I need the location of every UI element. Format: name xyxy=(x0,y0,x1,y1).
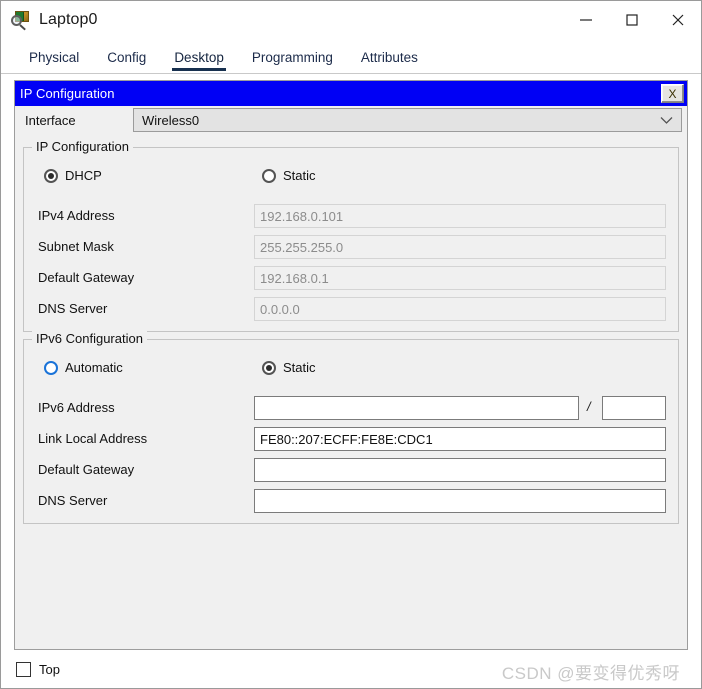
ipv6-link-local-address-label: Link Local Address xyxy=(38,431,148,446)
ipv6-default-gateway-input[interactable] xyxy=(254,458,666,482)
checkbox-unchecked-icon xyxy=(16,662,31,677)
radio-unselected-icon xyxy=(262,168,276,183)
dialog-title-bar: IP Configuration X xyxy=(15,81,687,106)
ipv6-default-gateway-label: Default Gateway xyxy=(38,462,135,477)
ipv4-subnet-mask-label: Subnet Mask xyxy=(38,239,114,254)
maximize-icon xyxy=(626,14,638,26)
interface-row: Interface Wireless0 xyxy=(15,106,687,137)
tab-programming[interactable]: Programming xyxy=(238,50,347,73)
tab-physical[interactable]: Physical xyxy=(15,50,93,73)
ipv4-dhcp-radio[interactable]: DHCP xyxy=(44,168,102,188)
ipv6-static-label: Static xyxy=(283,360,316,375)
ipv4-default-gateway-input[interactable] xyxy=(254,266,666,290)
ipv4-subnet-mask-row: Subnet Mask xyxy=(24,235,678,259)
maximize-button[interactable] xyxy=(609,1,655,39)
packet-tracer-laptop-icon xyxy=(11,10,31,31)
chevron-down-icon xyxy=(660,113,673,128)
window-controls xyxy=(563,1,701,39)
footer-bar: Top CSDN @要变得优秀呀 xyxy=(14,651,688,688)
ipv4-address-input[interactable] xyxy=(254,204,666,228)
ipv4-address-row: IPv4 Address xyxy=(24,204,678,228)
top-checkbox-label: Top xyxy=(39,662,60,677)
watermark-text: CSDN @要变得优秀呀 xyxy=(501,664,680,683)
dialog-close-button[interactable]: X xyxy=(661,84,684,103)
ipv6-address-input[interactable] xyxy=(254,396,579,420)
minimize-button[interactable] xyxy=(563,1,609,39)
title-bar: Laptop0 xyxy=(1,1,701,39)
ipv4-dns-server-row: DNS Server xyxy=(24,297,678,321)
interface-label: Interface xyxy=(25,113,76,128)
ipv6-dns-server-label: DNS Server xyxy=(38,493,108,508)
ipv4-address-label: IPv4 Address xyxy=(38,208,115,223)
ipv6-dns-server-row: DNS Server xyxy=(24,489,678,513)
ipv6-prefix-length-input[interactable] xyxy=(602,396,666,420)
ip-configuration-panel: IP Configuration X Interface Wireless0 I… xyxy=(14,80,688,650)
ipv6-automatic-radio[interactable]: Automatic xyxy=(44,360,123,380)
ipv6-static-radio[interactable]: Static xyxy=(262,360,316,380)
ipv4-dhcp-label: DHCP xyxy=(65,168,102,183)
radio-unselected-icon xyxy=(44,360,58,375)
device-window: Laptop0 Physical Config Desktop Programm… xyxy=(0,0,702,689)
radio-selected-icon xyxy=(262,360,276,375)
close-icon xyxy=(672,14,684,26)
ipv6-group-title: IPv6 Configuration xyxy=(32,331,147,346)
ipv6-configuration-group: IPv6 Configuration Automatic Static IPv6… xyxy=(23,331,679,524)
ipv6-link-local-address-row: Link Local Address xyxy=(24,427,678,451)
close-button[interactable] xyxy=(655,1,701,39)
top-checkbox[interactable]: Top xyxy=(16,662,60,677)
tab-desktop[interactable]: Desktop xyxy=(160,50,238,73)
ipv6-address-row: IPv6 Address / xyxy=(24,396,678,420)
ipv4-group-title: IP Configuration xyxy=(32,139,133,154)
minimize-icon xyxy=(580,19,592,21)
ipv4-static-label: Static xyxy=(283,168,316,183)
dialog-title: IP Configuration xyxy=(20,86,115,101)
ipv6-prefix-separator: / xyxy=(587,399,591,414)
tab-bar: Physical Config Desktop Programming Attr… xyxy=(1,39,701,74)
ipv6-link-local-address-input[interactable] xyxy=(254,427,666,451)
interface-select[interactable]: Wireless0 xyxy=(133,108,682,132)
ipv4-static-radio[interactable]: Static xyxy=(262,168,316,188)
ipv4-dns-server-label: DNS Server xyxy=(38,301,108,316)
tab-config[interactable]: Config xyxy=(93,50,160,73)
radio-selected-icon xyxy=(44,168,58,183)
ipv4-dns-server-input[interactable] xyxy=(254,297,666,321)
ipv6-address-label: IPv6 Address xyxy=(38,400,115,415)
window-title: Laptop0 xyxy=(39,11,98,28)
ipv6-automatic-label: Automatic xyxy=(65,360,123,375)
ipv6-dns-server-input[interactable] xyxy=(254,489,666,513)
ipv4-configuration-group: IP Configuration DHCP Static IPv4 Addres… xyxy=(23,139,679,332)
ipv6-default-gateway-row: Default Gateway xyxy=(24,458,678,482)
interface-selected-value: Wireless0 xyxy=(142,112,200,128)
ipv4-default-gateway-label: Default Gateway xyxy=(38,270,135,285)
ipv4-subnet-mask-input[interactable] xyxy=(254,235,666,259)
tab-attributes[interactable]: Attributes xyxy=(347,50,432,73)
ipv4-default-gateway-row: Default Gateway xyxy=(24,266,678,290)
